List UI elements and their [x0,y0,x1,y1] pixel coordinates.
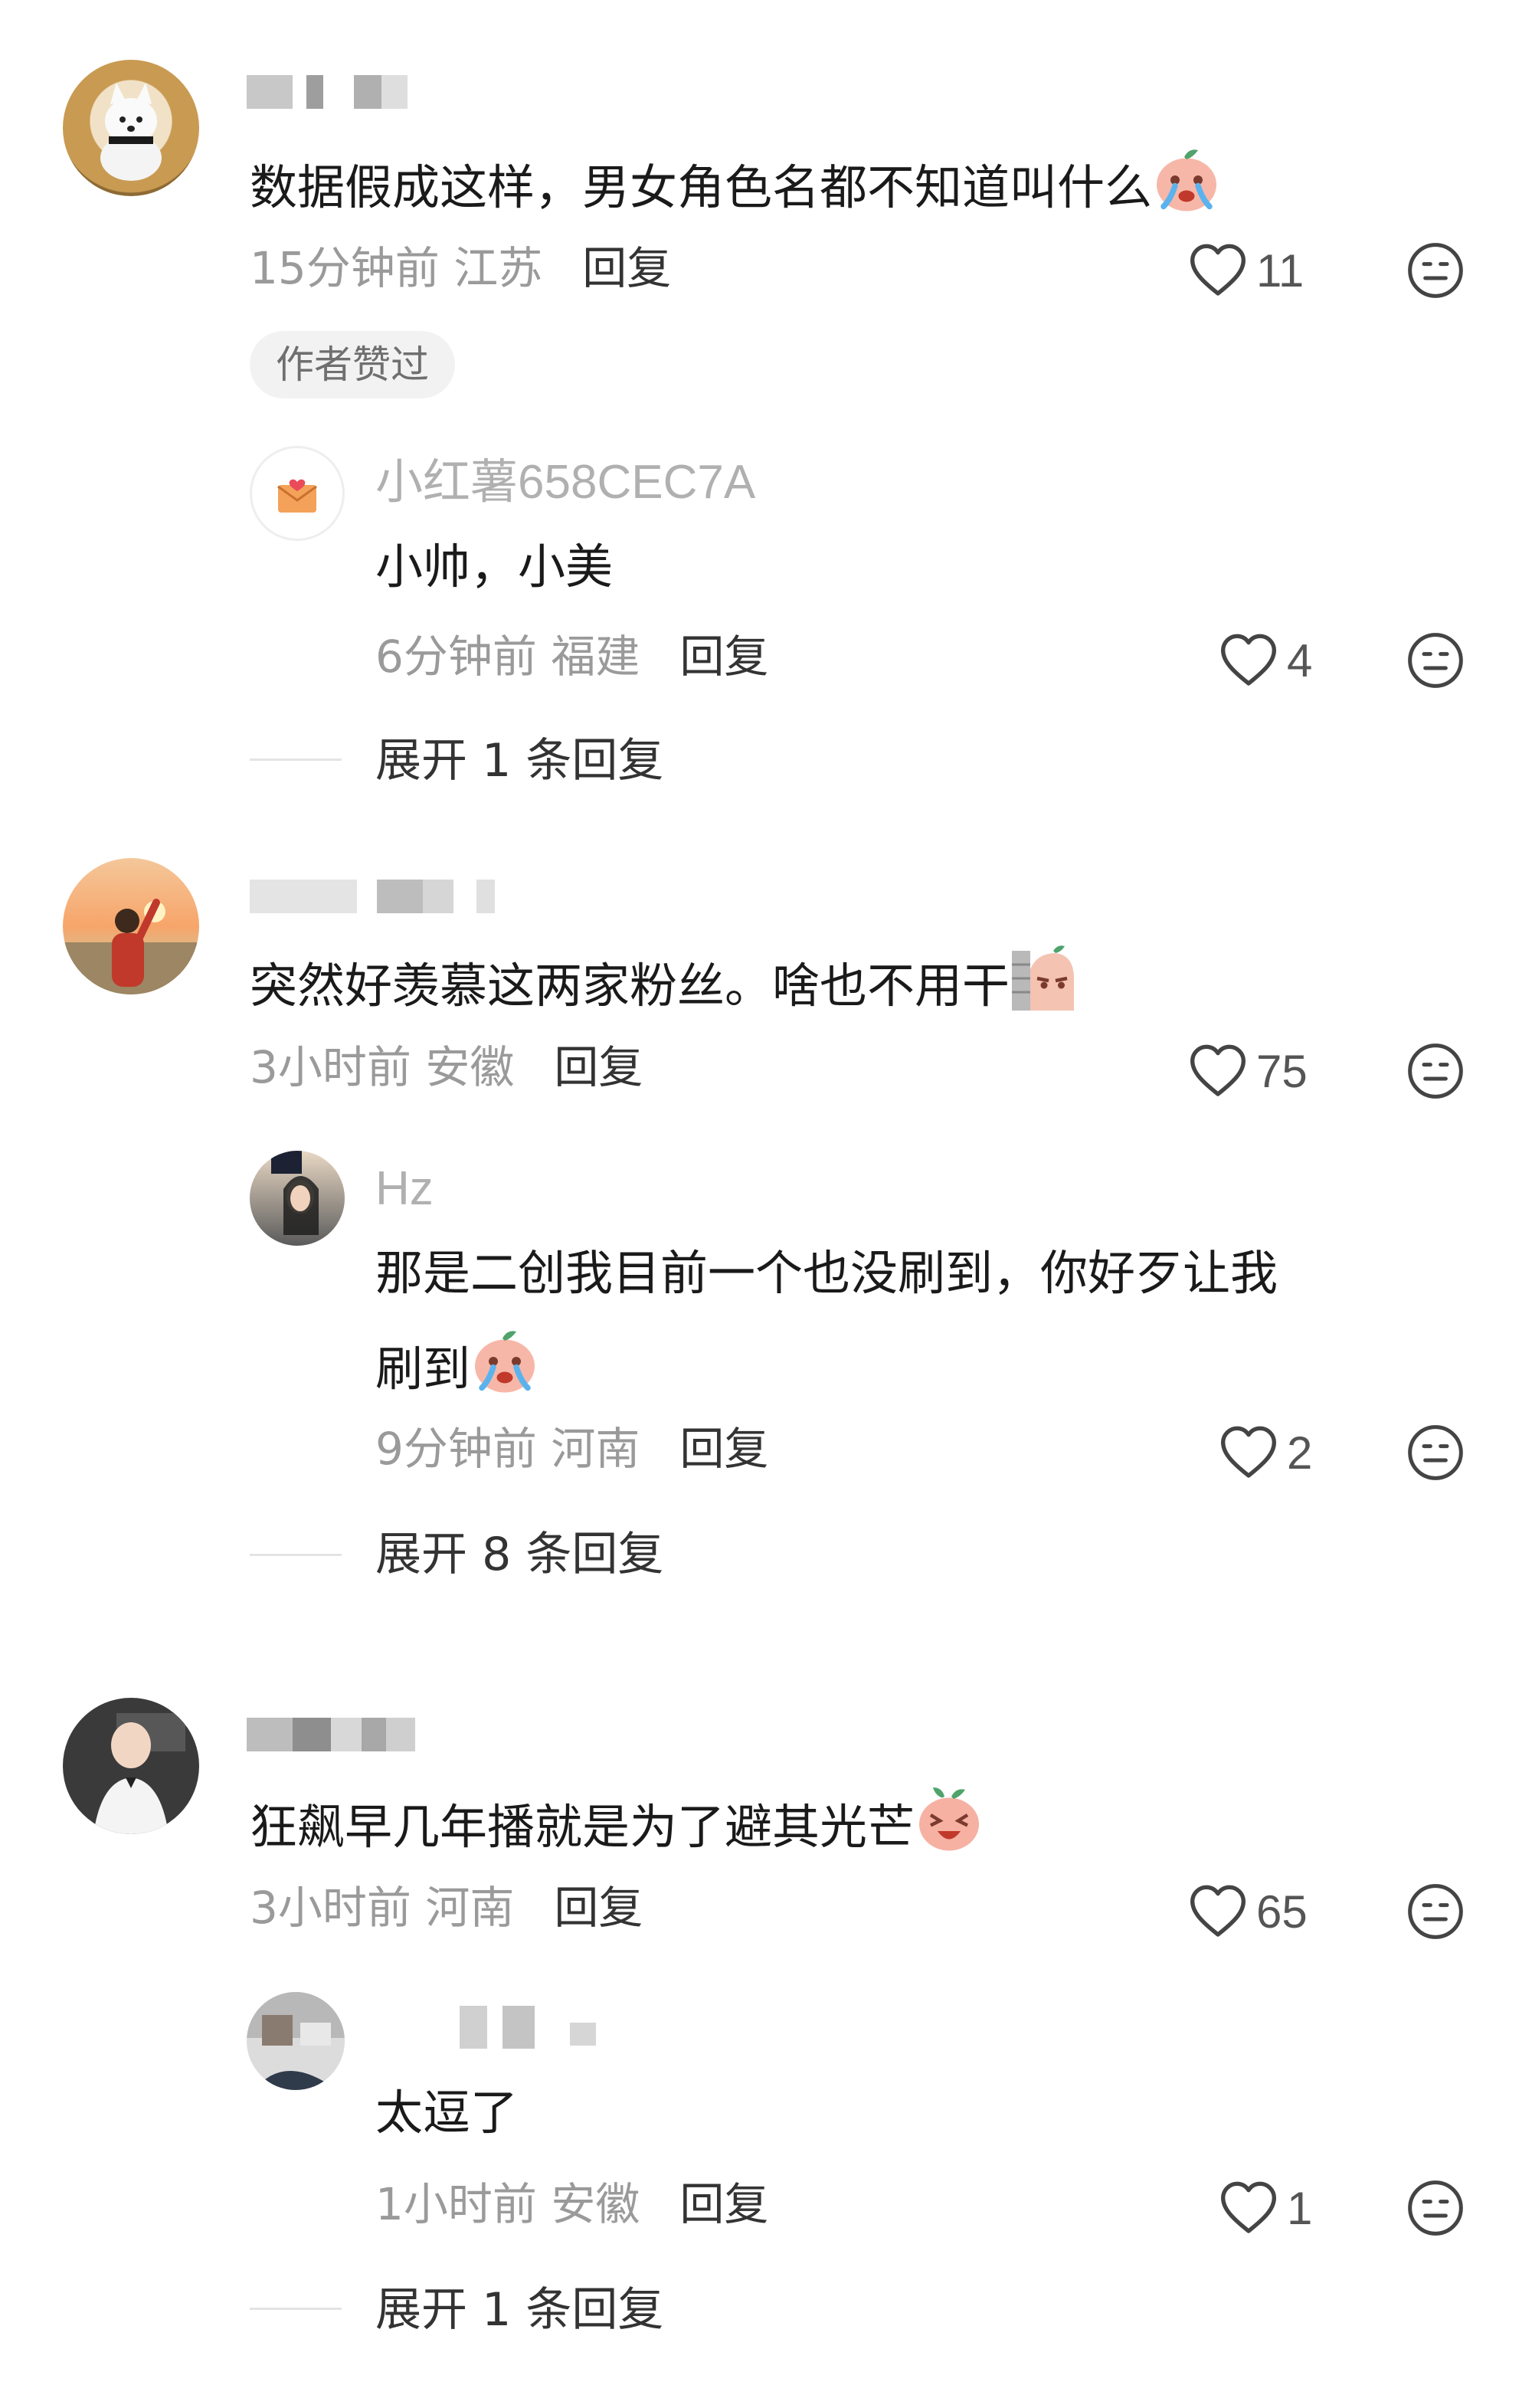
like-button[interactable]: 65 [1187,1881,1308,1942]
like-count: 11 [1256,244,1304,296]
comment-meta: 3小时前 安徽 回复 [250,1040,643,1094]
person-avatar-icon [247,1992,345,2090]
avatar[interactable] [63,1698,199,1834]
like-button[interactable]: 1 [1218,2177,1312,2239]
laughing-potato-emoji-icon [915,1785,984,1854]
person-avatar-icon [93,1713,185,1834]
avatar[interactable] [63,60,199,196]
reply-text: 太逗了 [375,2085,519,2141]
person-sunset-avatar-icon [63,899,199,994]
divider [250,1554,342,1556]
envelope-heart-icon [277,479,317,513]
neutral-face-icon[interactable] [1405,2177,1466,2239]
comment-text-content: 数据假成这样，男女角色名都不知道叫什么 [250,159,1153,215]
like-count: 1 [1287,2182,1313,2234]
comment-meta: 3小时前 河南 回复 [250,1881,643,1935]
crying-potato-emoji-icon [470,1327,539,1396]
heart-outline-icon [1218,1422,1279,1483]
expand-replies-button[interactable]: 展开 1 条回复 [375,734,663,788]
reply-button[interactable]: 回复 [582,242,671,294]
expand-replies-button[interactable]: 展开 1 条回复 [375,2283,663,2337]
heart-outline-icon [1187,1881,1249,1942]
comment-text-content: 突然好羡慕这两家粉丝。啥也不用干 [250,958,1010,1014]
comment-text: 数据假成这样，男女角色名都不知道叫什么 [250,146,1221,218]
person-avatar-icon [271,1151,319,1235]
reply-button[interactable]: 回复 [679,1423,768,1475]
avatar[interactable] [247,1992,345,2090]
reply-username[interactable]: 小红薯658CEC7A [375,452,755,513]
username-blurred[interactable] [247,1718,415,1751]
username-blurred[interactable] [250,880,510,913]
reply-button[interactable]: 回复 [554,1882,643,1934]
reply-text-line-1: 那是二创我目前一个也没刷到，你好歹让我 [375,1245,1278,1301]
reply-time-location: 9分钟前 河南 [375,1423,640,1475]
heart-outline-icon [1187,1040,1249,1102]
username-blurred[interactable] [460,2006,597,2049]
like-count: 75 [1256,1045,1308,1097]
like-count: 4 [1287,634,1313,686]
reply-time-location: 6分钟前 福建 [375,631,640,683]
like-button[interactable]: 4 [1218,630,1312,691]
heart-outline-icon [1218,2177,1279,2239]
heart-outline-icon [1218,630,1279,691]
like-count: 2 [1287,1427,1313,1479]
comment-text: 狂飙早几年播就是为了避其光芒 [250,1785,984,1858]
like-button[interactable]: 75 [1187,1040,1308,1102]
comment-time-location: 15分钟前 江苏 [250,242,543,294]
like-count: 65 [1256,1885,1308,1938]
crying-potato-emoji-icon [1152,146,1221,215]
reply-meta: 1小时前 安徽 回复 [375,2177,768,2231]
neutral-face-icon[interactable] [1405,1040,1466,1102]
reply-text-line-2: 刷到 [375,1327,539,1400]
comment-text: 突然好羡慕这两家粉丝。啥也不用干 [250,944,1079,1017]
reply-text: 小帅，小美 [375,539,614,595]
reply-button[interactable]: 回复 [679,631,768,683]
divider [250,758,342,761]
heart-outline-icon [1187,240,1249,301]
comment-time-location: 3小时前 河南 [250,1882,515,1934]
author-liked-badge: 作者赞过 [250,331,455,398]
reply-meta: 6分钟前 福建 回复 [375,630,768,683]
neutral-face-icon[interactable] [1405,240,1466,301]
reply-time-location: 1小时前 安徽 [375,2178,640,2230]
peeking-wall-emoji-icon [1010,944,1079,1013]
dog-avatar-icon [100,83,162,181]
reply-meta: 9分钟前 河南 回复 [375,1422,768,1476]
like-button[interactable]: 2 [1218,1422,1312,1483]
avatar[interactable] [250,446,345,541]
neutral-face-icon[interactable] [1405,1881,1466,1942]
comment-time-location: 3小时前 安徽 [250,1041,515,1093]
neutral-face-icon[interactable] [1405,1422,1466,1483]
reply-username[interactable]: Hz [375,1158,434,1220]
divider [250,2308,342,2310]
expand-replies-button[interactable]: 展开 8 条回复 [375,1528,663,1581]
reply-button[interactable]: 回复 [554,1041,643,1093]
reply-text-content: 刷到 [375,1341,471,1397]
reply-button[interactable]: 回复 [679,2178,768,2230]
comment-meta: 15分钟前 江苏 回复 [250,241,671,295]
avatar[interactable] [63,858,199,994]
like-button[interactable]: 11 [1187,240,1304,301]
comment-text-content: 狂飙早几年播就是为了避其光芒 [250,1799,915,1855]
username-blurred[interactable] [247,75,408,109]
avatar[interactable] [250,1151,345,1246]
neutral-face-icon[interactable] [1405,630,1466,691]
